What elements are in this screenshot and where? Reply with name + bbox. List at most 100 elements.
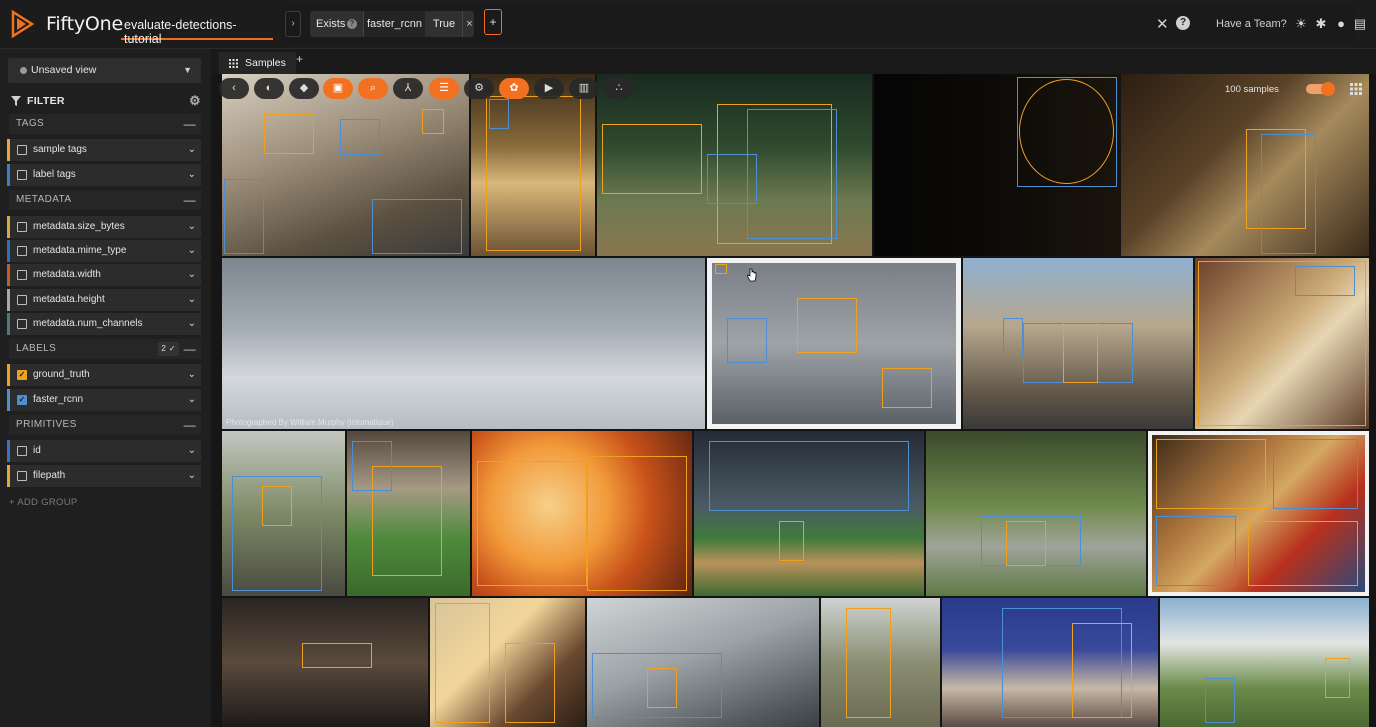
sample-tile[interactable]: [1160, 598, 1369, 727]
sample-tile[interactable]: [926, 431, 1146, 596]
sample-tile[interactable]: [587, 598, 819, 727]
collapse-icon[interactable]: —: [184, 114, 196, 134]
field-checkbox[interactable]: [17, 319, 27, 329]
chevron-down-icon[interactable]: ⌄: [188, 289, 196, 311]
field-checkbox[interactable]: [17, 222, 27, 232]
sample-tile[interactable]: [222, 74, 469, 256]
sample-tile[interactable]: [347, 431, 470, 596]
field-checkbox[interactable]: [17, 246, 27, 256]
group-primitives[interactable]: PRIMITIVES —: [9, 415, 201, 435]
chevron-down-icon[interactable]: ⌄: [188, 139, 196, 161]
chevron-down-icon[interactable]: ⌄: [188, 364, 196, 386]
field-row-faster-rcnn[interactable]: ✓ faster_rcnn ⌄: [7, 389, 201, 411]
help-icon[interactable]: ?: [347, 19, 357, 29]
field-checkbox[interactable]: [17, 295, 27, 305]
palette-icon[interactable]: ◐: [254, 78, 284, 99]
chevron-down-icon[interactable]: ⌄: [188, 389, 196, 411]
fiftyone-logo-icon[interactable]: [10, 10, 38, 38]
sample-tile[interactable]: [471, 74, 595, 256]
chevron-down-icon[interactable]: ⌄: [188, 465, 196, 487]
gear-icon[interactable]: ⚙: [189, 93, 201, 109]
group-metadata[interactable]: METADATA —: [9, 190, 201, 210]
sample-grid[interactable]: Photographed By William Murphy (infomati…: [221, 74, 1376, 727]
view-bar-expand-button[interactable]: ›: [285, 11, 301, 37]
chart-icon[interactable]: ▥: [569, 78, 599, 99]
exists-stage-chip[interactable]: Exists ? faster_rcnn True ×: [310, 11, 474, 37]
sample-tile[interactable]: [942, 598, 1158, 727]
sample-tile[interactable]: [694, 431, 924, 596]
sample-tile[interactable]: [707, 258, 961, 429]
stage-value[interactable]: True: [426, 11, 462, 37]
sample-tile[interactable]: [1148, 431, 1369, 596]
similarity-icon[interactable]: ⅄: [393, 78, 423, 99]
grid-options-icon[interactable]: [1350, 83, 1362, 95]
stage-field[interactable]: faster_rcnn: [363, 11, 425, 37]
field-row-size-bytes[interactable]: metadata.size_bytes ⌄: [7, 216, 201, 238]
group-labels[interactable]: LABELS 2 ✓ —: [9, 339, 201, 359]
field-checkbox[interactable]: [17, 170, 27, 180]
list-icon[interactable]: ☰: [429, 78, 459, 99]
sample-tile[interactable]: [430, 598, 585, 727]
field-checkbox-checked[interactable]: ✓: [17, 395, 27, 405]
sample-tile[interactable]: [472, 431, 692, 596]
field-checkbox-checked[interactable]: ✓: [17, 370, 27, 380]
sample-tile[interactable]: [597, 74, 872, 256]
chevron-down-icon[interactable]: ⌄: [188, 240, 196, 262]
docs-book-icon[interactable]: ▤: [1352, 16, 1368, 32]
github-icon[interactable]: ●: [1333, 16, 1349, 32]
sample-tile[interactable]: [1121, 74, 1369, 256]
sample-tile[interactable]: [821, 598, 940, 727]
chevron-down-icon[interactable]: ⌄: [188, 313, 196, 335]
field-row-sample-tags[interactable]: sample tags ⌄: [7, 139, 201, 161]
tag-icon[interactable]: ◆: [289, 78, 319, 99]
tab-samples[interactable]: Samples: [219, 52, 296, 74]
field-row-id[interactable]: id ⌄: [7, 440, 201, 462]
field-row-ground-truth[interactable]: ✓ ground_truth ⌄: [7, 364, 201, 386]
field-checkbox[interactable]: [17, 446, 27, 456]
collapse-icon[interactable]: —: [184, 415, 196, 435]
add-panel-icon[interactable]: +: [296, 52, 303, 66]
help-circle-icon[interactable]: ?: [1176, 16, 1190, 30]
sample-tile[interactable]: [963, 258, 1193, 429]
remove-stage-icon[interactable]: ×: [462, 11, 476, 37]
chevron-left-icon[interactable]: ‹: [219, 78, 249, 99]
search-icon[interactable]: ⌕: [358, 78, 388, 99]
patches-icon[interactable]: ▣: [323, 78, 353, 99]
add-group-button[interactable]: + ADD GROUP: [9, 497, 78, 508]
youtube-icon[interactable]: ▶: [534, 78, 564, 99]
clear-view-icon[interactable]: ✕: [1156, 15, 1169, 33]
field-checkbox[interactable]: [17, 145, 27, 155]
group-tags[interactable]: TAGS —: [9, 114, 201, 134]
dataset-selector[interactable]: evaluate-detections-tutorial: [121, 8, 273, 46]
add-stage-button[interactable]: +: [484, 9, 502, 35]
field-checkbox[interactable]: [17, 270, 27, 280]
theme-sun-icon[interactable]: ☀: [1293, 16, 1309, 32]
collapse-icon[interactable]: —: [184, 339, 196, 359]
slider-knob[interactable]: [1321, 82, 1335, 96]
chevron-down-icon[interactable]: ⌄: [188, 164, 196, 186]
settings-icon[interactable]: ⚙: [464, 78, 494, 99]
sample-tile[interactable]: [874, 74, 1119, 256]
field-row-label-tags[interactable]: label tags ⌄: [7, 164, 201, 186]
field-row-height[interactable]: metadata.height ⌄: [7, 289, 201, 311]
slack-icon[interactable]: ✱: [1313, 16, 1329, 32]
field-checkbox[interactable]: [17, 471, 27, 481]
field-row-width[interactable]: metadata.width ⌄: [7, 264, 201, 286]
app-name[interactable]: FiftyOne: [46, 13, 123, 35]
field-row-filepath[interactable]: filepath ⌄: [7, 465, 201, 487]
sample-tile[interactable]: [222, 431, 345, 596]
field-row-mime-type[interactable]: metadata.mime_type ⌄: [7, 240, 201, 262]
have-a-team-link[interactable]: Have a Team?: [1216, 18, 1287, 30]
sample-tile[interactable]: [1195, 258, 1369, 429]
grid-zoom-slider[interactable]: [1306, 82, 1335, 96]
chevron-down-icon[interactable]: ⌄: [188, 216, 196, 238]
chevron-down-icon[interactable]: ⌄: [188, 264, 196, 286]
cluster-icon[interactable]: ∴: [604, 78, 634, 99]
sample-tile[interactable]: Photographed By William Murphy (infomati…: [222, 258, 705, 429]
chevron-down-icon[interactable]: ⌄: [188, 440, 196, 462]
collapse-icon[interactable]: —: [184, 190, 196, 210]
saved-view-select[interactable]: Unsaved view ▼: [8, 58, 201, 83]
sample-tile[interactable]: [222, 598, 428, 727]
openai-icon[interactable]: ✿: [499, 78, 529, 99]
field-row-num-channels[interactable]: metadata.num_channels ⌄: [7, 313, 201, 335]
